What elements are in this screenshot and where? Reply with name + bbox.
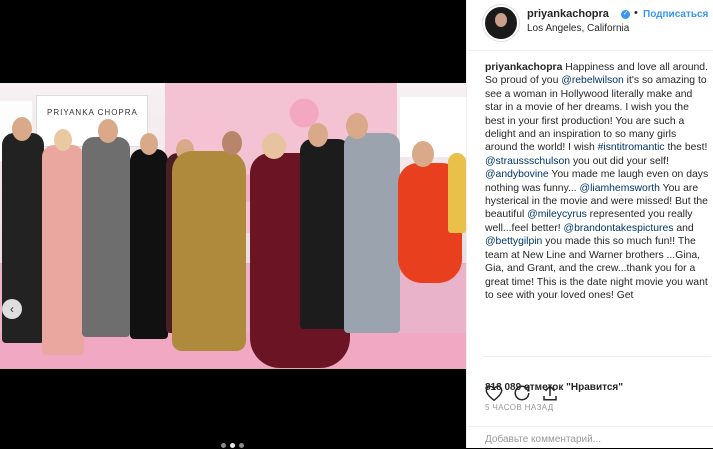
avatar[interactable] — [483, 5, 519, 41]
chevron-left-icon: ‹ — [10, 302, 14, 316]
person-10-head — [412, 141, 434, 167]
slide-dot-active — [230, 443, 235, 448]
caption-text: Happiness and love all around. So proud … — [485, 62, 708, 301]
person-4 — [130, 149, 168, 339]
caption-author-link[interactable]: priyankachopra — [485, 62, 562, 73]
person-11 — [448, 153, 466, 233]
caption-mention-link[interactable]: @bettygilpin — [485, 236, 542, 247]
person-3 — [82, 137, 130, 337]
comment-input[interactable]: Добавьте комментарий... — [485, 434, 601, 445]
separator-dot: • — [634, 7, 638, 19]
action-bar-divider — [483, 356, 711, 381]
caption-mention-link[interactable]: @straussschulson — [485, 156, 570, 167]
person-9-head — [346, 113, 368, 139]
person-6 — [172, 151, 246, 351]
person-8-head — [308, 123, 328, 147]
person-1-head — [12, 117, 32, 141]
post-side-panel: priyankachopra ✓ • Подписаться Los Angel… — [466, 0, 713, 448]
post-caption: priyankachopra Happiness and love all ar… — [485, 61, 709, 346]
post-timestamp[interactable]: 5 ЧАСОВ НАЗАД — [485, 403, 554, 412]
verified-badge-icon: ✓ — [621, 10, 630, 19]
person-2-head — [54, 129, 72, 151]
caption-mention-link[interactable]: @liamhemsworth — [580, 183, 660, 194]
username-link[interactable]: priyankachopra — [527, 8, 609, 20]
likes-count[interactable]: 818 089 отметок "Нравится" — [485, 382, 623, 393]
caption-mention-link[interactable]: @rebelwilson — [561, 75, 624, 86]
follow-button[interactable]: Подписаться — [643, 9, 708, 20]
person-3-head — [98, 119, 118, 143]
post-media: PRIYANKA CHOPRA ‹ — [0, 0, 466, 448]
person-8 — [300, 139, 350, 329]
caption-text-segment: the best! — [664, 142, 708, 154]
person-9 — [344, 133, 400, 333]
person-7-head — [262, 133, 286, 159]
caption-text-segment: you out did your self! — [570, 155, 669, 167]
slide-indicator — [221, 443, 244, 448]
location-link[interactable]: Los Angeles, California — [527, 23, 629, 34]
post-photo[interactable]: PRIYANKA CHOPRA ‹ — [0, 83, 466, 369]
previous-slide-button[interactable]: ‹ — [2, 299, 22, 319]
person-4-head — [140, 133, 158, 155]
caption-mention-link[interactable]: @mileycyrus — [527, 209, 587, 220]
person-6-head — [222, 131, 242, 155]
backdrop-sign-text: PRIYANKA CHOPRA — [47, 108, 138, 117]
caption-mention-link[interactable]: @brandontakespictures — [564, 223, 674, 234]
caption-mention-link[interactable]: @andybovine — [485, 169, 549, 180]
slide-dot — [239, 443, 244, 448]
caption-mention-link[interactable]: #isntitromantic — [598, 142, 665, 153]
person-2 — [42, 145, 84, 355]
slide-dot — [221, 443, 226, 448]
caption-text-segment: and — [673, 222, 694, 234]
